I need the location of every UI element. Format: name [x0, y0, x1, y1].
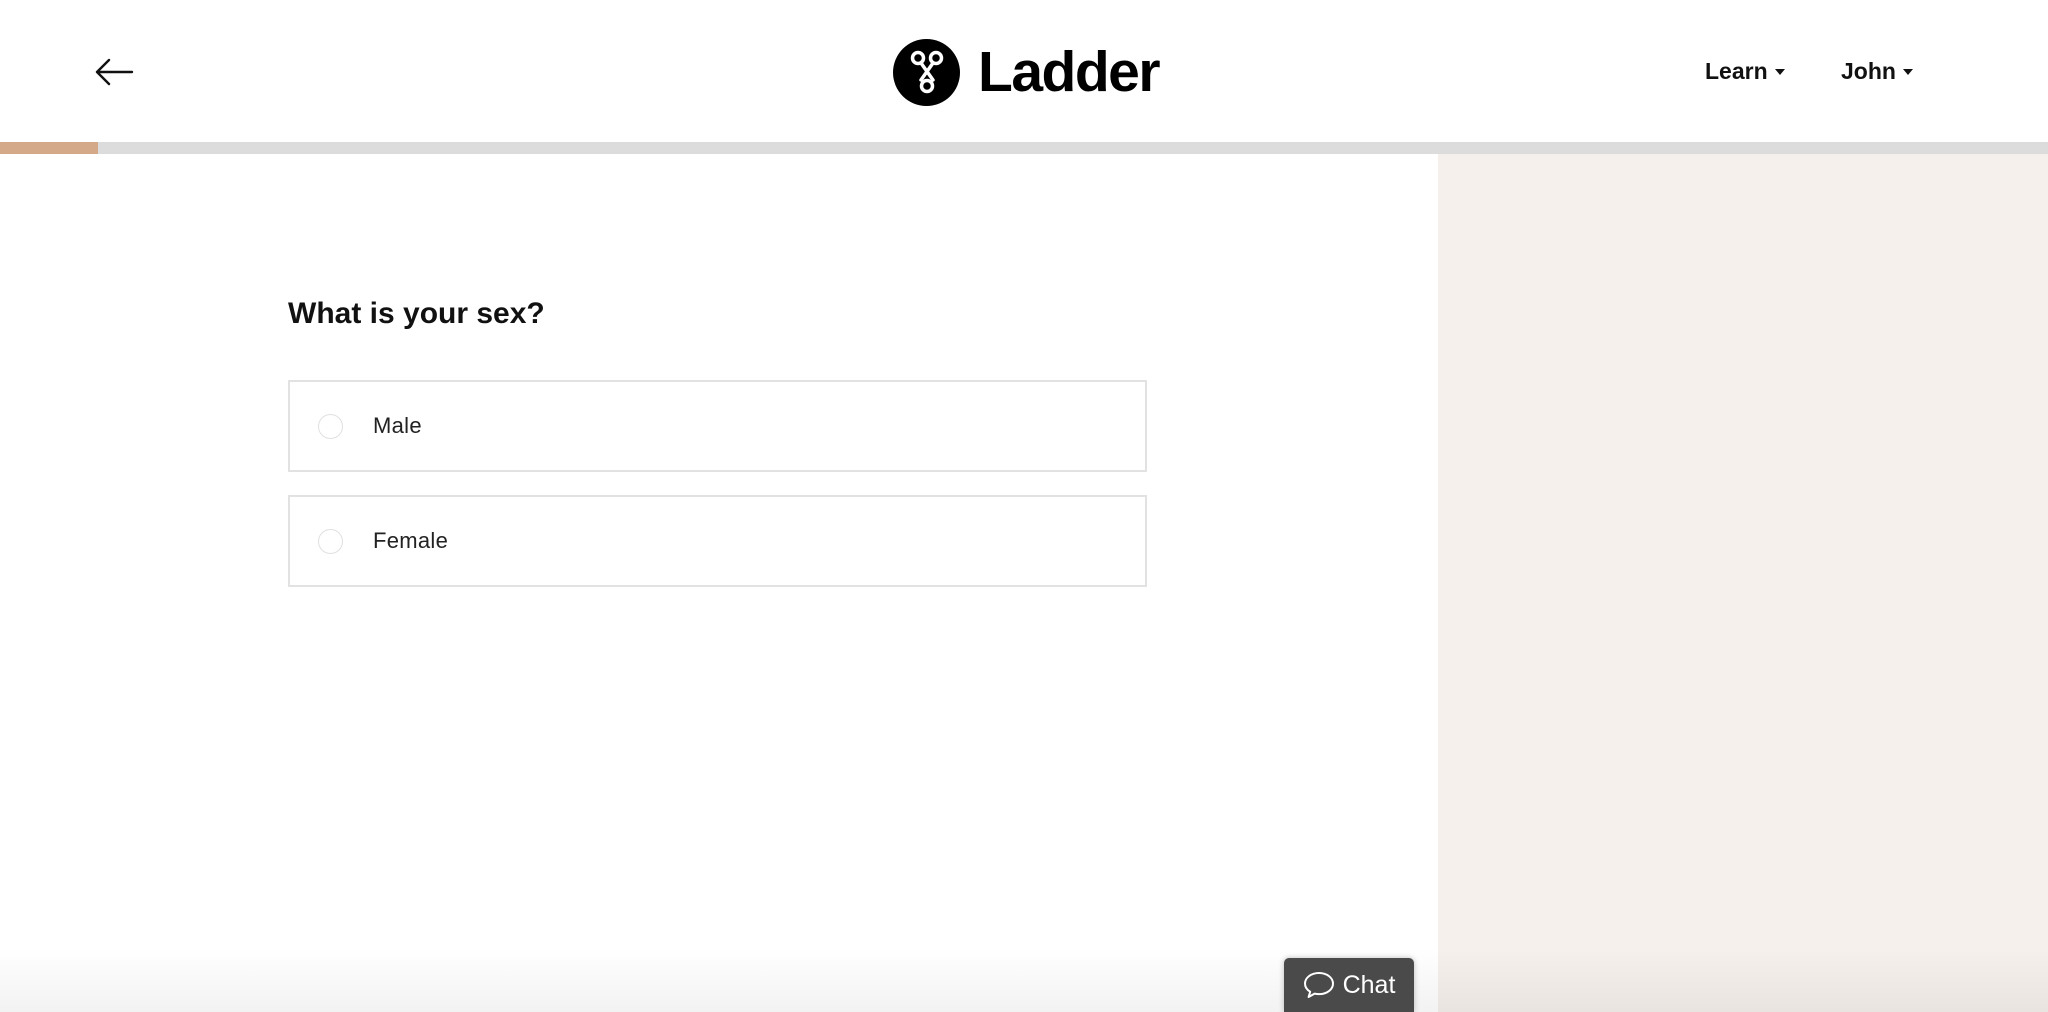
learn-menu-label: Learn [1705, 57, 1768, 84]
chat-button[interactable]: Chat [1284, 958, 1414, 1012]
brand-logo[interactable]: Ladder [893, 38, 1161, 106]
question-title: What is your sex? [288, 297, 545, 330]
caret-down-icon [1774, 69, 1785, 75]
option-label: Male [373, 413, 422, 438]
learn-menu[interactable]: Learn [1705, 54, 1785, 88]
option-female[interactable]: Female [288, 495, 1147, 587]
radio-button-male[interactable] [318, 413, 343, 439]
user-menu[interactable]: John [1841, 54, 1913, 88]
caret-down-icon [1902, 69, 1913, 75]
user-menu-label: John [1841, 57, 1896, 84]
chat-label: Chat [1342, 970, 1396, 999]
side-panel [1438, 154, 2048, 1012]
speech-bubble-icon [1303, 972, 1334, 998]
brand-name: Ladder [978, 40, 1161, 104]
top-header: Ladder Learn John [0, 0, 2048, 142]
progress-bar [0, 142, 2048, 154]
radio-button-female[interactable] [318, 528, 343, 554]
back-button[interactable] [92, 50, 136, 94]
arrow-left-icon [95, 58, 134, 86]
ladder-logo-icon [893, 38, 960, 106]
option-label: Female [373, 528, 449, 553]
progress-bar-fill [0, 142, 99, 154]
option-male[interactable]: Male [288, 380, 1147, 472]
